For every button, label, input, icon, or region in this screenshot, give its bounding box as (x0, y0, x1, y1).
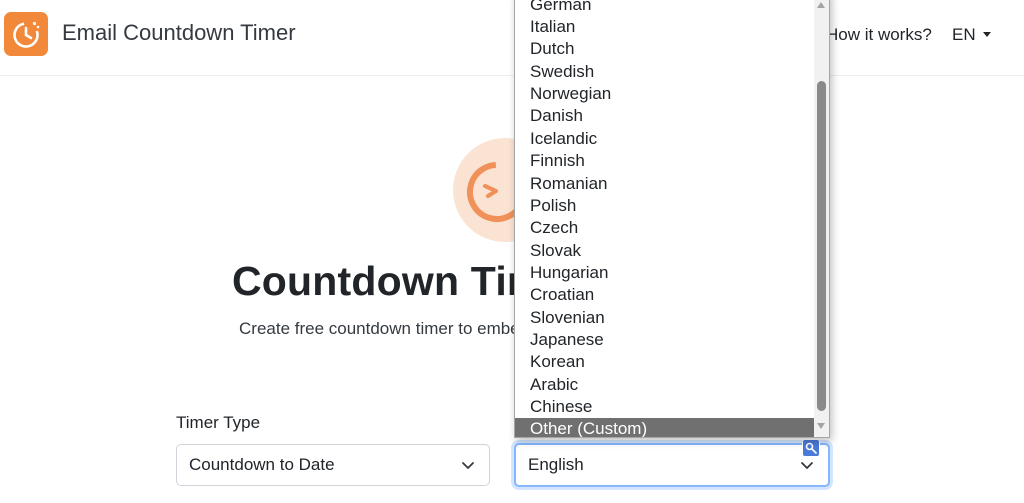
scroll-up-arrow-icon[interactable] (817, 2, 825, 8)
dropdown-option[interactable]: Korean (515, 351, 815, 373)
brand-title[interactable]: Email Countdown Timer (62, 20, 296, 46)
dropdown-option[interactable]: Japanese (515, 329, 815, 351)
dropdown-option[interactable]: Norwegian (515, 83, 815, 105)
chevron-down-icon (461, 458, 475, 472)
scroll-down-arrow-icon[interactable] (817, 423, 825, 429)
dropdown-option[interactable]: Polish (515, 195, 815, 217)
dropdown-option[interactable]: Czech (515, 217, 815, 239)
dropdown-option[interactable]: Danish (515, 105, 815, 127)
navbar: Email Countdown Timer How it works? EN (0, 0, 1024, 76)
dropdown-option[interactable]: Arabic (515, 374, 815, 396)
translate-icon[interactable] (802, 439, 820, 457)
clock-timer-icon[interactable] (4, 12, 48, 56)
scrollbar-thumb[interactable] (817, 81, 826, 411)
timer-type-label: Timer Type (176, 413, 261, 432)
dropdown-option[interactable]: Icelandic (515, 128, 815, 150)
dropdown-scrollbar[interactable] (814, 0, 829, 437)
language-dropdown-list[interactable]: German Italian Dutch Swedish Norwegian D… (514, 0, 830, 438)
dropdown-option[interactable]: Slovak (515, 240, 815, 262)
caret-down-icon (982, 32, 991, 37)
language-value: English (528, 455, 584, 474)
dropdown-option[interactable]: German (515, 0, 815, 16)
dropdown-option[interactable]: Swedish (515, 61, 815, 83)
dropdown-option[interactable]: Romanian (515, 173, 815, 195)
dropdown-option-highlighted[interactable]: Other (Custom) (515, 418, 815, 437)
dropdown-option[interactable]: Chinese (515, 396, 815, 418)
language-select[interactable]: English (514, 443, 830, 487)
timer-type-select[interactable]: Countdown to Date (176, 444, 490, 486)
dropdown-option[interactable]: Croatian (515, 284, 815, 306)
timer-type-value: Countdown to Date (189, 455, 335, 474)
dropdown-option[interactable]: Slovenian (515, 307, 815, 329)
chevron-down-icon (800, 458, 814, 472)
dropdown-option[interactable]: Hungarian (515, 262, 815, 284)
language-menu-toggle[interactable]: EN (952, 25, 991, 45)
language-code: EN (952, 25, 976, 44)
dropdown-option[interactable]: Dutch (515, 38, 815, 60)
dropdown-option[interactable]: Italian (515, 16, 815, 38)
how-it-works-link[interactable]: How it works? (826, 25, 932, 45)
dropdown-option[interactable]: Finnish (515, 150, 815, 172)
